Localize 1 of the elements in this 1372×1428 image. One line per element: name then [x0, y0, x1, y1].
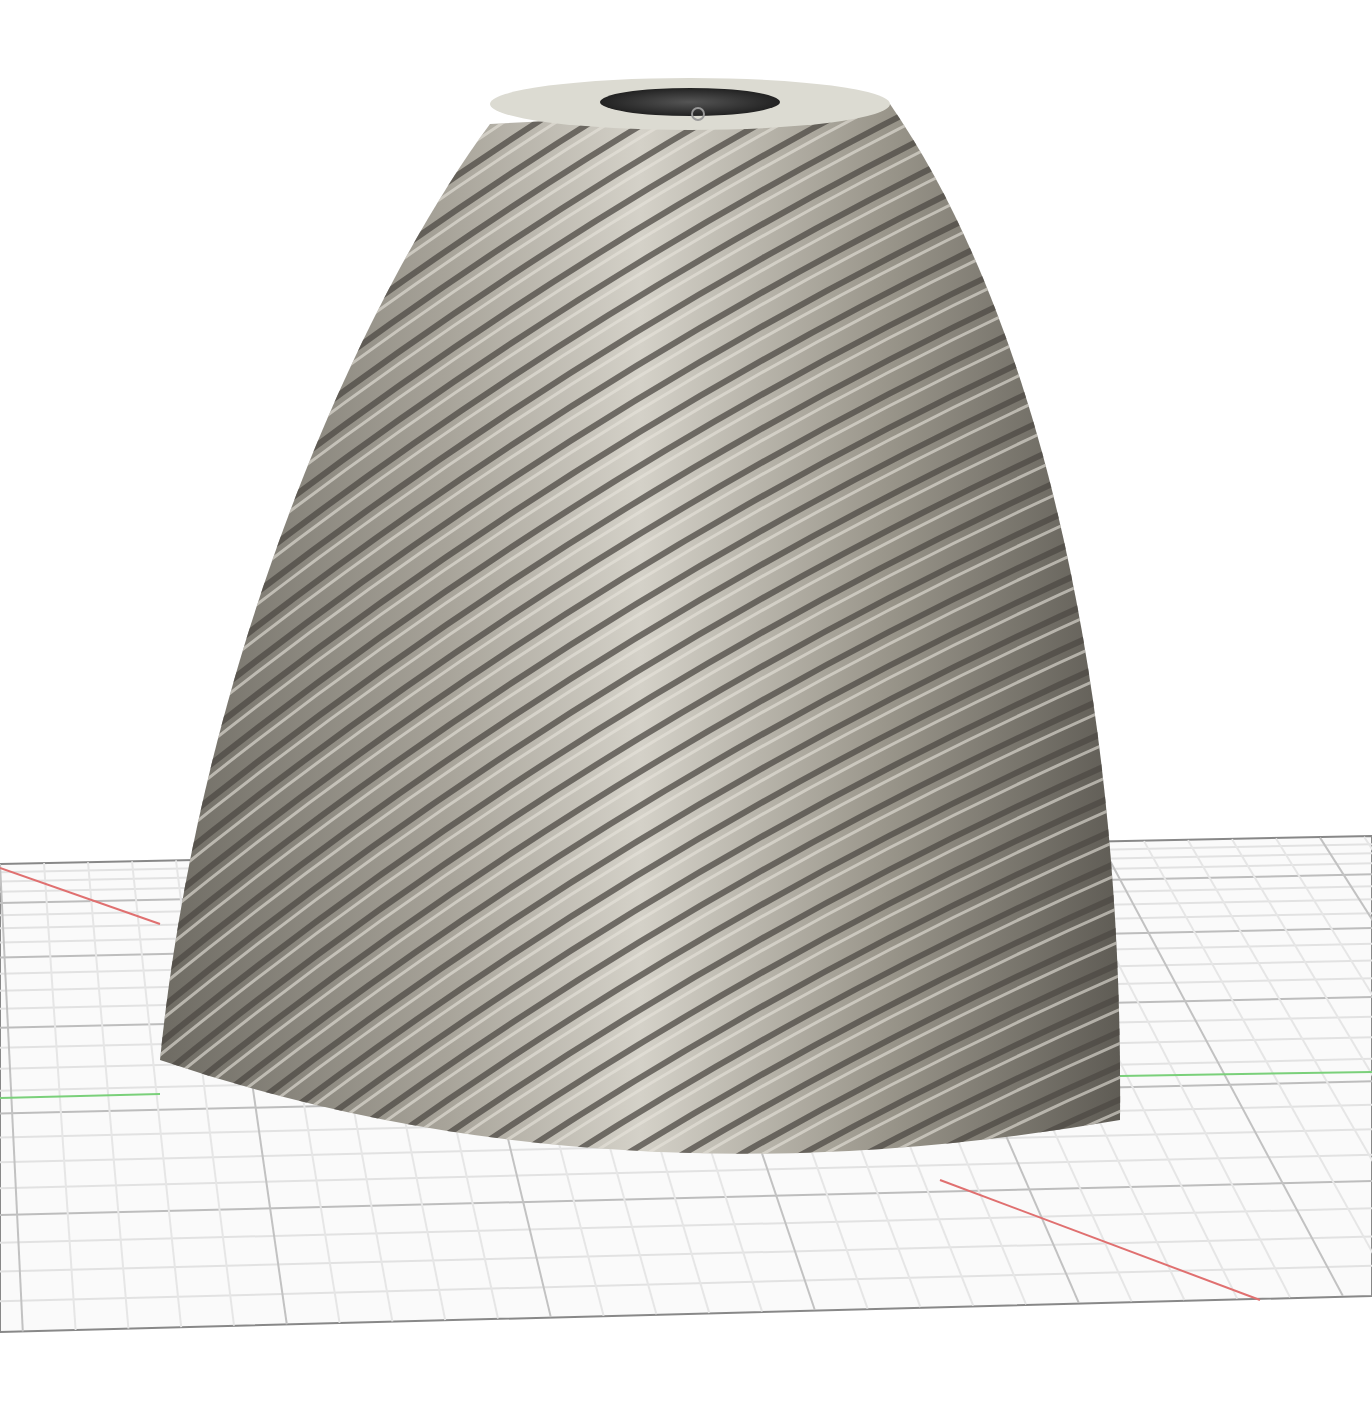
point-marker-icon[interactable] — [691, 107, 705, 121]
